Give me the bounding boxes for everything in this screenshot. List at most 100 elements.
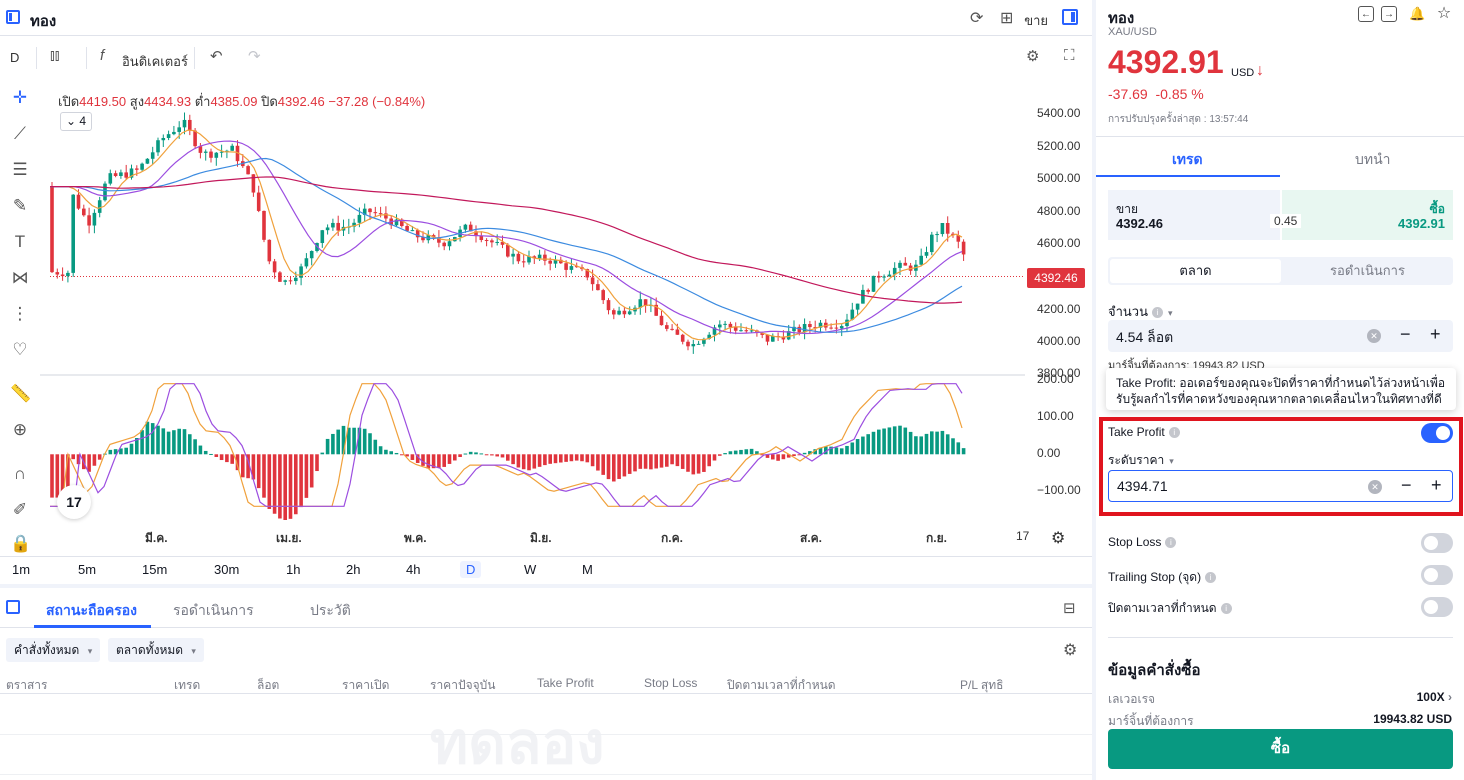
macd-histogram-bar xyxy=(675,454,680,467)
volume-label[interactable]: จำนวน i ▾ xyxy=(1108,301,1173,322)
order-type-market[interactable]: ตลาด xyxy=(1110,259,1281,283)
info-icon[interactable]: i xyxy=(1168,427,1180,439)
panel-toggle-icon[interactable] xyxy=(1062,9,1078,25)
price-chart[interactable] xyxy=(40,80,1025,520)
price-level-label[interactable]: ระดับราคา ▾ xyxy=(1108,451,1174,470)
plus-icon[interactable]: + xyxy=(1430,324,1441,345)
tab-intro[interactable]: บทนำ xyxy=(1355,149,1391,171)
take-profit-toggle[interactable] xyxy=(1421,423,1453,443)
symbol-panel-icon[interactable] xyxy=(6,10,20,24)
redo-icon[interactable]: ↷ xyxy=(248,47,261,65)
chevron-down-icon[interactable]: ▾ xyxy=(1168,308,1173,319)
panel-layout-icon[interactable]: ⊟ xyxy=(1063,599,1076,617)
order-type-pending[interactable]: รอดำเนินการ xyxy=(1282,257,1453,285)
filter-orders[interactable]: คำสั่งทั้งหมด ▾ xyxy=(6,638,101,662)
date-axis-label: ก.ค. xyxy=(661,531,683,545)
info-icon[interactable]: i xyxy=(1165,537,1177,549)
fib-lines-icon[interactable]: ☰ xyxy=(10,160,30,180)
timeframe-5m[interactable]: 5m xyxy=(72,561,102,578)
fullscreen-icon[interactable]: ⛶ xyxy=(1064,47,1075,64)
macd-histogram-bar xyxy=(453,454,457,461)
sell-label[interactable]: ขาย xyxy=(1024,10,1048,31)
star-icon[interactable]: ☆ xyxy=(1436,6,1452,22)
chevron-down-icon[interactable]: ▾ xyxy=(1169,456,1174,467)
volume-stepper[interactable]: 4.54 ล็อต ✕ − + xyxy=(1108,320,1453,352)
timeframe-M[interactable]: M xyxy=(576,561,599,578)
candle-body xyxy=(124,172,128,178)
magnet-icon[interactable]: ∩ xyxy=(10,464,30,484)
timeframe-W[interactable]: W xyxy=(518,561,542,578)
timeframe-selector[interactable]: D xyxy=(10,50,19,65)
info-icon[interactable]: i xyxy=(1205,572,1217,584)
filter-markets[interactable]: ตลาดทั้งหมด ▾ xyxy=(108,638,204,662)
crosshair-icon[interactable]: ✛ xyxy=(10,88,30,108)
timeframe-2h[interactable]: 2h xyxy=(340,561,366,578)
axis-settings-icon[interactable]: ⚙ xyxy=(1051,528,1065,548)
stop-loss-toggle[interactable] xyxy=(1421,533,1453,553)
candle-body xyxy=(177,127,181,132)
macd-histogram-bar xyxy=(161,428,166,455)
table-row-divider xyxy=(0,774,1092,775)
take-profit-price-input[interactable]: 4394.71 ✕ − + xyxy=(1108,470,1453,502)
positions-settings-icon[interactable]: ⚙ xyxy=(1063,640,1077,660)
text-tool-icon[interactable]: T xyxy=(10,232,30,252)
buy-button[interactable]: ซื้อ xyxy=(1108,729,1453,769)
tab-pending[interactable]: รอดำเนินการ xyxy=(173,600,254,622)
tab-history[interactable]: ประวัติ xyxy=(310,600,351,622)
instrument-price: 4392.91 xyxy=(1108,44,1224,80)
candle-body xyxy=(246,166,250,175)
timeframe-1m[interactable]: 1m xyxy=(6,561,36,578)
macd-histogram-bar xyxy=(908,431,913,455)
chart-area: ทอง ⟳ ⊞ ขาย D ⫾⫾ f อินดิเคเตอร์ ↶ ↷ ⚙ ⛶ … xyxy=(0,0,1092,780)
refresh-icon[interactable]: ⟳ xyxy=(970,8,983,28)
sell-quote-button[interactable]: ขาย 4392.46 xyxy=(1108,190,1280,240)
candle-body xyxy=(543,254,547,261)
zoom-icon[interactable]: ⊕ xyxy=(10,420,30,440)
undo-icon[interactable]: ↶ xyxy=(210,47,223,65)
ruler-icon[interactable]: 📏 xyxy=(10,384,31,404)
chart-settings-icon[interactable]: ⚙ xyxy=(1026,47,1039,65)
indicator-fx-icon[interactable]: f xyxy=(100,47,104,64)
lock-icon[interactable]: 🔒 xyxy=(10,534,31,554)
plus-icon[interactable]: + xyxy=(1431,475,1442,496)
price-axis-label: 4600.00 xyxy=(1037,236,1081,250)
prev-instrument-icon[interactable]: ← xyxy=(1358,6,1374,22)
minus-icon[interactable]: − xyxy=(1400,324,1411,345)
measure-lines-icon[interactable]: ⋮ xyxy=(10,304,30,324)
pattern-icon[interactable]: ⋈ xyxy=(10,268,30,288)
info-icon[interactable]: i xyxy=(1152,307,1163,319)
candle-body xyxy=(66,272,70,277)
timeframe-30m[interactable]: 30m xyxy=(208,561,245,578)
panel-collapse-icon[interactable] xyxy=(6,600,20,614)
clear-icon[interactable]: ✕ xyxy=(1368,480,1382,494)
close-by-time-toggle[interactable] xyxy=(1421,597,1453,617)
bell-icon[interactable]: 🔔 xyxy=(1409,6,1425,22)
favorites-heart-icon[interactable]: ♡ xyxy=(10,340,30,360)
lock-drawing-icon[interactable]: ✐ xyxy=(10,500,30,520)
tab-positions[interactable]: สถานะถือครอง xyxy=(46,600,137,622)
trailing-stop-toggle[interactable] xyxy=(1421,565,1453,585)
timeframe-1h[interactable]: 1h xyxy=(280,561,306,578)
buy-quote-button[interactable]: ซื้อ 4392.91 xyxy=(1282,190,1453,240)
macd-histogram-bar xyxy=(686,454,690,472)
tab-trade[interactable]: เทรด xyxy=(1172,149,1203,171)
trendline-icon[interactable]: ⟋ xyxy=(10,124,30,144)
clear-icon[interactable]: ✕ xyxy=(1367,329,1381,343)
timeframe-D[interactable]: D xyxy=(460,561,482,578)
indicators-button[interactable]: อินดิเคเตอร์ xyxy=(122,51,188,72)
section-divider xyxy=(1108,637,1453,638)
minus-icon[interactable]: − xyxy=(1401,475,1412,496)
info-icon[interactable]: i xyxy=(1220,603,1232,615)
tradingview-logo[interactable]: 17 xyxy=(57,485,91,519)
candle-body xyxy=(82,208,86,216)
candle-type-icon[interactable]: ⫾⫾ xyxy=(50,47,60,64)
timeframe-15m[interactable]: 15m xyxy=(136,561,173,578)
col-stop-loss: Stop Loss xyxy=(644,676,698,690)
candle-body xyxy=(135,168,139,170)
timeframe-4h[interactable]: 4h xyxy=(400,561,426,578)
next-instrument-icon[interactable]: → xyxy=(1381,6,1397,22)
leverage-value[interactable]: 100X › xyxy=(1417,690,1452,704)
leverage-label: เลเวอเรจ xyxy=(1108,692,1156,706)
layout-grid-icon[interactable]: ⊞ xyxy=(1000,8,1013,28)
brush-icon[interactable]: ✎ xyxy=(10,196,30,216)
